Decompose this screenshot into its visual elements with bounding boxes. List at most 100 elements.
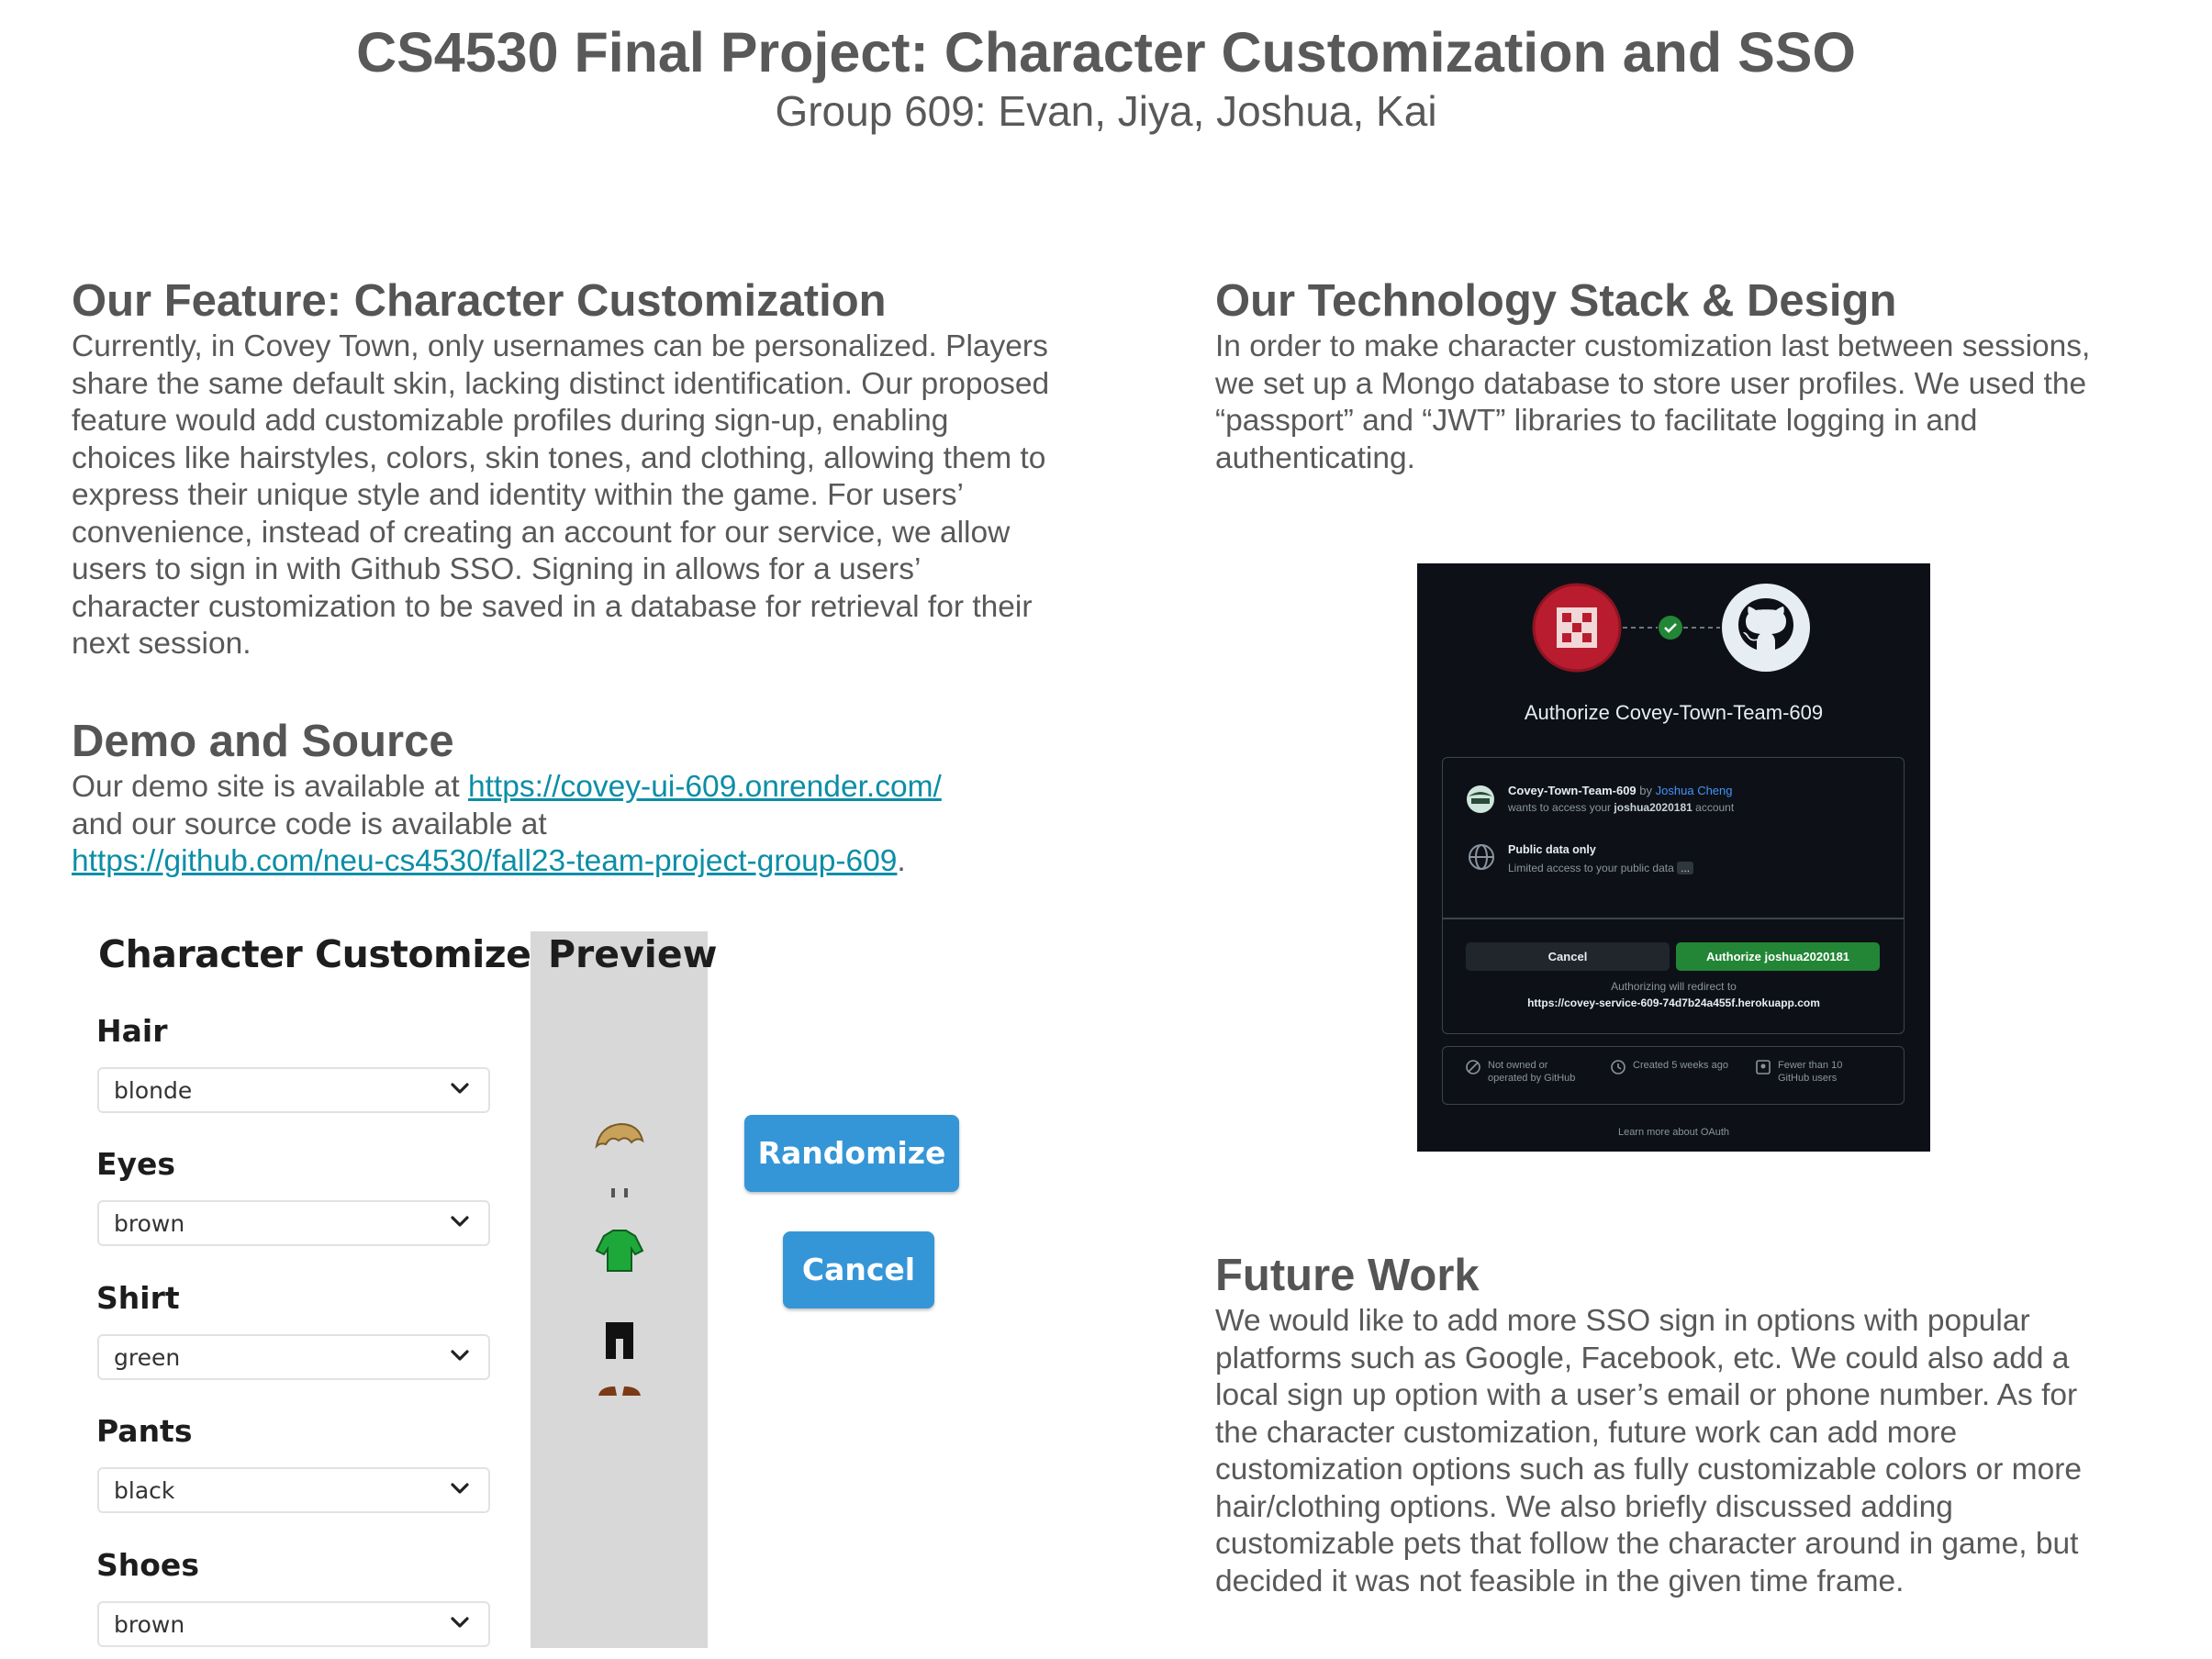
feature-line: express their unique style and identity … (72, 478, 964, 512)
poster-subtitle: Group 609: Evan, Jiya, Joshua, Kai (775, 87, 1437, 135)
feature-line: next session. (72, 627, 251, 661)
shirt-select-value: green (114, 1344, 181, 1371)
demo-line: Our demo site is available at https://co… (72, 769, 1173, 807)
hair-label: Hair (96, 1013, 168, 1049)
scope-desc: Limited access to your public data (1508, 862, 1674, 874)
feature-heading: Our Feature: Character Customization (72, 276, 887, 326)
pants-select-value: black (114, 1477, 175, 1504)
chevron-down-icon (451, 1617, 469, 1628)
not-owned-icon (1466, 1060, 1480, 1074)
scope-more-button[interactable]: ... (1677, 862, 1694, 874)
tech-line: authenticating. (1215, 440, 1415, 475)
eyes-sprite-icon (611, 1188, 628, 1197)
scope-title: Public data only (1508, 843, 1596, 856)
redirect-note: Authorizing will redirect to (1611, 980, 1737, 993)
demo-suffix: . (897, 844, 906, 878)
demo-heading: Demo and Source (72, 717, 454, 766)
oauth-title: Authorize Covey-Town-Team-609 (1524, 701, 1824, 724)
oauth-logos (1532, 583, 1810, 673)
users-icon (1756, 1060, 1771, 1074)
github-logo-icon (1722, 584, 1810, 672)
shirt-select[interactable]: green (97, 1334, 490, 1380)
demo-prefix: Our demo site is available at (72, 770, 468, 804)
demo-site-link[interactable]: https://covey-ui-609.onrender.com/ (468, 770, 942, 804)
hair-sprite-icon (595, 1122, 644, 1149)
shirt-sprite-icon (595, 1230, 644, 1272)
chevron-down-icon (451, 1083, 469, 1094)
future-line: We would like to add more SSO sign in op… (1215, 1304, 2030, 1338)
shoes-sprite-icon (598, 1386, 641, 1396)
demo-line: https://github.com/neu-cs4530/fall23-tea… (72, 843, 1173, 881)
access-suffix: account (1695, 801, 1735, 814)
shoes-select-value: brown (114, 1611, 185, 1638)
feature-line: character customization to be saved in a… (72, 589, 1033, 624)
footer-created: Created 5 weeks ago (1633, 1060, 1728, 1071)
customizer-title: Character Customizer (98, 932, 550, 976)
source-code-link[interactable]: https://github.com/neu-cs4530/fall23-tea… (72, 844, 897, 878)
app-line: Covey-Town-Team-609 by Joshua Cheng (1508, 784, 1733, 797)
feature-line: share the same default skin, lacking dis… (72, 366, 1050, 401)
feature-line: choices like hairstyles, colors, skin to… (72, 440, 1046, 475)
access-prefix: wants to access your (1508, 801, 1612, 814)
globe-icon (1469, 844, 1494, 870)
footer-not-owned: Not owned or operated by GitHub (1488, 1059, 1575, 1085)
app-owner-link[interactable]: Joshua Cheng (1656, 784, 1733, 797)
future-heading: Future Work (1215, 1251, 1480, 1300)
feature-line: Currently, in Covey Town, only usernames… (72, 329, 1048, 363)
demo-line: and our source code is available at (72, 807, 547, 841)
eyes-label: Eyes (96, 1146, 176, 1182)
feature-line: convenience, instead of creating an acco… (72, 515, 1011, 550)
tech-line: In order to make character customization… (1215, 329, 2091, 363)
pants-label: Pants (96, 1413, 193, 1449)
check-icon (1659, 616, 1682, 640)
footer-users-line2: GitHub users (1778, 1073, 1838, 1084)
future-line: hair/clothing options. We also briefly d… (1215, 1489, 1953, 1524)
shirt-label: Shirt (96, 1280, 180, 1316)
shoes-label: Shoes (96, 1547, 199, 1583)
redirect-url: https://covey-service-609-74d7b24a455f.h… (1527, 997, 1820, 1009)
future-line: local sign up option with a user’s email… (1215, 1378, 2078, 1412)
tech-heading: Our Technology Stack & Design (1215, 276, 1897, 326)
clock-icon (1611, 1060, 1625, 1074)
tech-line: we set up a Mongo database to store user… (1215, 366, 2087, 401)
learn-more-link[interactable]: Learn more about OAuth (1417, 1127, 1930, 1138)
future-line: customizable pets that follow the charac… (1215, 1527, 2079, 1561)
demo-body: Our demo site is available at https://co… (72, 769, 1173, 881)
future-line: the character customization, future work… (1215, 1415, 1958, 1450)
preview-title: Preview (548, 932, 718, 976)
hair-select-value: blonde (114, 1077, 193, 1104)
chevron-down-icon (451, 1483, 469, 1494)
pants-select[interactable]: black (97, 1467, 490, 1513)
shoes-select[interactable]: brown (97, 1601, 490, 1647)
character-sprite (595, 1122, 644, 1396)
tech-body: In order to make character customization… (1215, 328, 2197, 477)
footer-users-line1: Fewer than 10 (1778, 1060, 1843, 1071)
feature-body: Currently, in Covey Town, only usernames… (72, 328, 1136, 663)
feature-line: feature would add customizable profiles … (72, 404, 949, 438)
scope-line: Limited access to your public data ... (1508, 862, 1694, 874)
covey-app-logo-icon (1532, 583, 1622, 673)
randomize-button[interactable]: Randomize (744, 1115, 959, 1192)
future-line: customization options such as fully cust… (1215, 1453, 2082, 1486)
authorize-button[interactable]: Authorize joshua2020181 (1676, 942, 1880, 971)
access-account: joshua2020181 (1614, 801, 1693, 814)
github-oauth-screenshot: Authorize Covey-Town-Team-609 Covey-Town… (1417, 563, 1930, 1152)
eyes-select[interactable]: brown (97, 1200, 490, 1246)
hair-select[interactable]: blonde (97, 1067, 490, 1113)
future-body: We would like to add more SSO sign in op… (1215, 1303, 2197, 1600)
app-avatar-icon (1467, 785, 1494, 813)
app-by: by (1639, 784, 1653, 797)
future-line: decided it was not feasible in the given… (1215, 1564, 1905, 1598)
eyes-select-value: brown (114, 1210, 185, 1237)
footer-not-owned-line1: Not owned or (1488, 1060, 1548, 1071)
chevron-down-icon (451, 1216, 469, 1227)
oauth-cancel-button[interactable]: Cancel (1466, 942, 1670, 971)
app-name: Covey-Town-Team-609 (1508, 784, 1637, 797)
poster-title: CS4530 Final Project: Character Customiz… (356, 21, 1856, 84)
footer-users: Fewer than 10 GitHub users (1778, 1059, 1842, 1085)
chevron-down-icon (451, 1350, 469, 1361)
cancel-button[interactable]: Cancel (783, 1231, 934, 1308)
footer-not-owned-line2: operated by GitHub (1488, 1073, 1576, 1084)
card-divider (1443, 918, 1904, 919)
tech-line: “passport” and “JWT” libraries to facili… (1215, 404, 1978, 438)
